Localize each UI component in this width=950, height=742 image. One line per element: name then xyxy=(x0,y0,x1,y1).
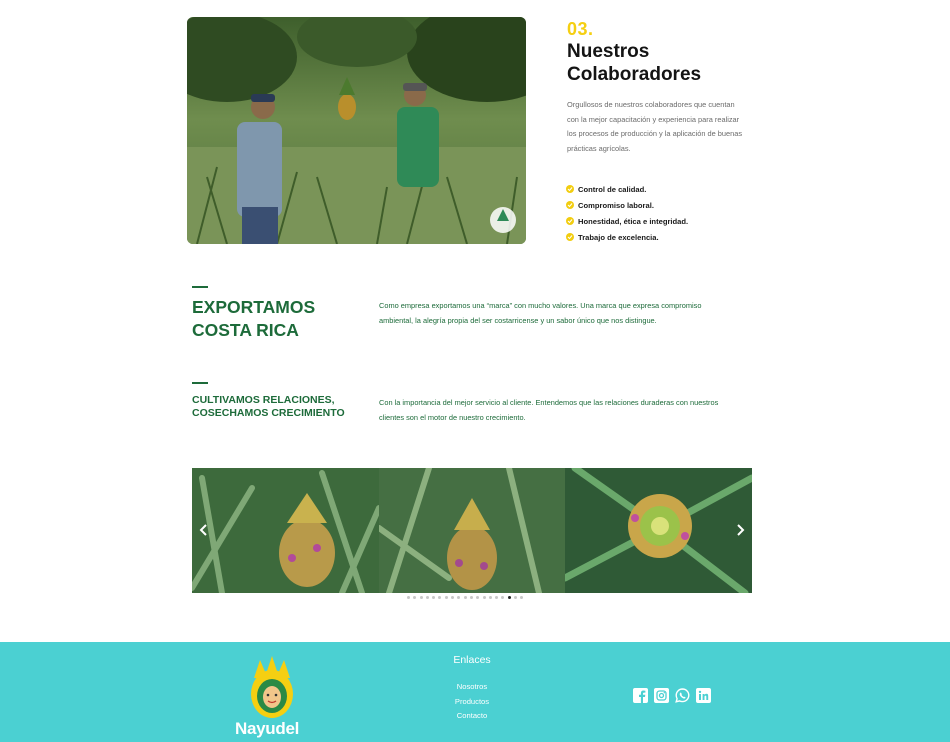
feature-label: Honestidad, ética e integridad. xyxy=(578,216,689,226)
carousel-dot[interactable] xyxy=(488,596,492,599)
carousel-slide xyxy=(565,468,752,593)
carousel-dot[interactable] xyxy=(482,596,486,599)
section-number: 03. xyxy=(567,19,594,39)
carousel-dot[interactable] xyxy=(451,596,455,599)
carousel-dot[interactable] xyxy=(407,596,410,599)
feature-item: Honestidad, ética e integridad. xyxy=(566,213,688,229)
carousel-dot[interactable] xyxy=(432,596,436,599)
feature-label: Trabajo de excelencia. xyxy=(578,232,659,242)
feature-label: Compromiso laboral. xyxy=(578,200,654,210)
brand-name: Nayudel xyxy=(235,719,300,738)
carousel-dot[interactable] xyxy=(413,596,417,599)
image-carousel xyxy=(192,468,752,593)
check-icon xyxy=(566,201,574,209)
social-links xyxy=(633,688,711,703)
export-text: Como empresa exportamos una “marca” con … xyxy=(379,301,702,325)
carousel-next-button[interactable] xyxy=(732,522,748,538)
carousel-slide xyxy=(192,468,379,593)
carousel-dots xyxy=(407,596,524,599)
relations-divider xyxy=(192,382,208,384)
carousel-dot[interactable] xyxy=(514,596,518,599)
feature-item: Compromiso laboral. xyxy=(566,197,688,213)
feature-item: Control de calidad. xyxy=(566,181,688,197)
export-divider xyxy=(192,286,208,288)
carousel-dot[interactable] xyxy=(419,596,423,599)
carousel-dot[interactable] xyxy=(457,596,461,599)
instagram-icon[interactable] xyxy=(654,688,669,703)
collaborators-photo xyxy=(187,17,526,244)
feature-item: Trabajo de excelencia. xyxy=(566,229,688,245)
carousel-dot[interactable] xyxy=(469,596,473,599)
footer-links: Nosotros Productos Contacto xyxy=(432,682,512,726)
facebook-icon[interactable] xyxy=(633,688,648,703)
footer-link-contacto[interactable]: Contacto xyxy=(432,711,512,726)
carousel-dot[interactable] xyxy=(495,596,499,599)
linkedin-icon[interactable] xyxy=(696,688,711,703)
check-icon xyxy=(566,233,574,241)
footer-link-productos[interactable]: Productos xyxy=(432,697,512,712)
carousel-dot[interactable] xyxy=(520,596,524,599)
relations-text: Con la importancia del mejor servicio al… xyxy=(379,398,719,422)
feature-label: Control de calidad. xyxy=(578,184,647,194)
export-title: EXPORTAMOS COSTA RICA xyxy=(192,297,316,340)
check-icon xyxy=(566,185,574,193)
carousel-dot[interactable] xyxy=(476,596,480,599)
carousel-dot[interactable] xyxy=(463,596,467,599)
chevron-left-icon xyxy=(199,524,207,536)
chevron-right-icon xyxy=(737,524,745,536)
footer-link-nosotros[interactable]: Nosotros xyxy=(432,682,512,697)
carousel-dot[interactable] xyxy=(501,596,505,599)
carousel-dot[interactable] xyxy=(444,596,448,599)
check-icon xyxy=(566,217,574,225)
carousel-slide xyxy=(378,468,566,593)
whatsapp-icon[interactable] xyxy=(675,688,690,703)
carousel-dot[interactable] xyxy=(507,596,511,599)
carousel-dot[interactable] xyxy=(438,596,442,599)
carousel-prev-button[interactable] xyxy=(196,522,212,538)
section-title: Nuestros Colaboradores xyxy=(567,41,702,85)
feature-list: Control de calidad. Compromiso laboral. … xyxy=(566,181,688,245)
relations-title: CULTIVAMOS RELACIONES, COSECHAMOS CRECIM… xyxy=(192,394,345,419)
carousel-dot[interactable] xyxy=(425,596,429,599)
links-heading: Enlaces xyxy=(453,654,491,666)
section-description: Orgullosos de nuestros colaboradores que… xyxy=(567,100,743,153)
